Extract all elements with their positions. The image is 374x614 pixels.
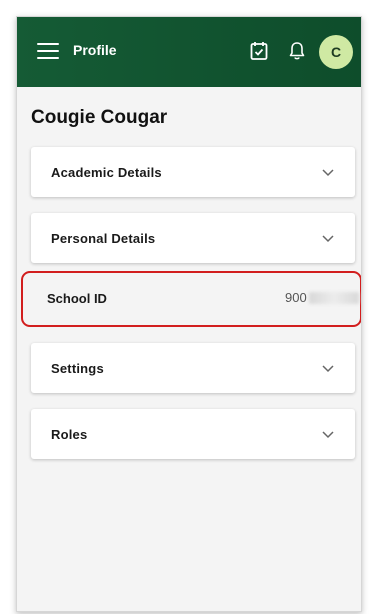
section-personal-details[interactable]: Personal Details [31, 213, 355, 263]
redacted-blur [308, 291, 359, 304]
chevron-down-icon [322, 431, 334, 439]
section-academic-details[interactable]: Academic Details [31, 147, 355, 197]
app-bar-title: Profile [73, 42, 117, 58]
section-roles[interactable]: Roles [31, 409, 355, 459]
phone-screen: Profile C Cougie Cougar Academic Details… [16, 16, 362, 612]
bell-icon[interactable] [288, 41, 306, 61]
avatar[interactable]: C [319, 35, 353, 69]
school-id-label: School ID [47, 291, 107, 306]
calendar-check-icon[interactable] [250, 41, 268, 61]
section-label: Settings [51, 360, 104, 376]
section-settings[interactable]: Settings [31, 343, 355, 393]
section-label: Roles [51, 426, 88, 442]
chevron-down-icon [322, 169, 334, 177]
school-id-value: 900 [285, 290, 359, 305]
menu-icon[interactable] [37, 43, 59, 59]
chevron-down-icon [322, 235, 334, 243]
section-label: Personal Details [51, 230, 156, 246]
section-label: Academic Details [51, 164, 162, 180]
school-id-row: School ID 900 [31, 280, 359, 318]
app-bar: Profile C [17, 17, 361, 87]
profile-name: Cougie Cougar [31, 107, 168, 128]
school-id-value-prefix: 900 [285, 290, 307, 305]
chevron-down-icon [322, 365, 334, 373]
